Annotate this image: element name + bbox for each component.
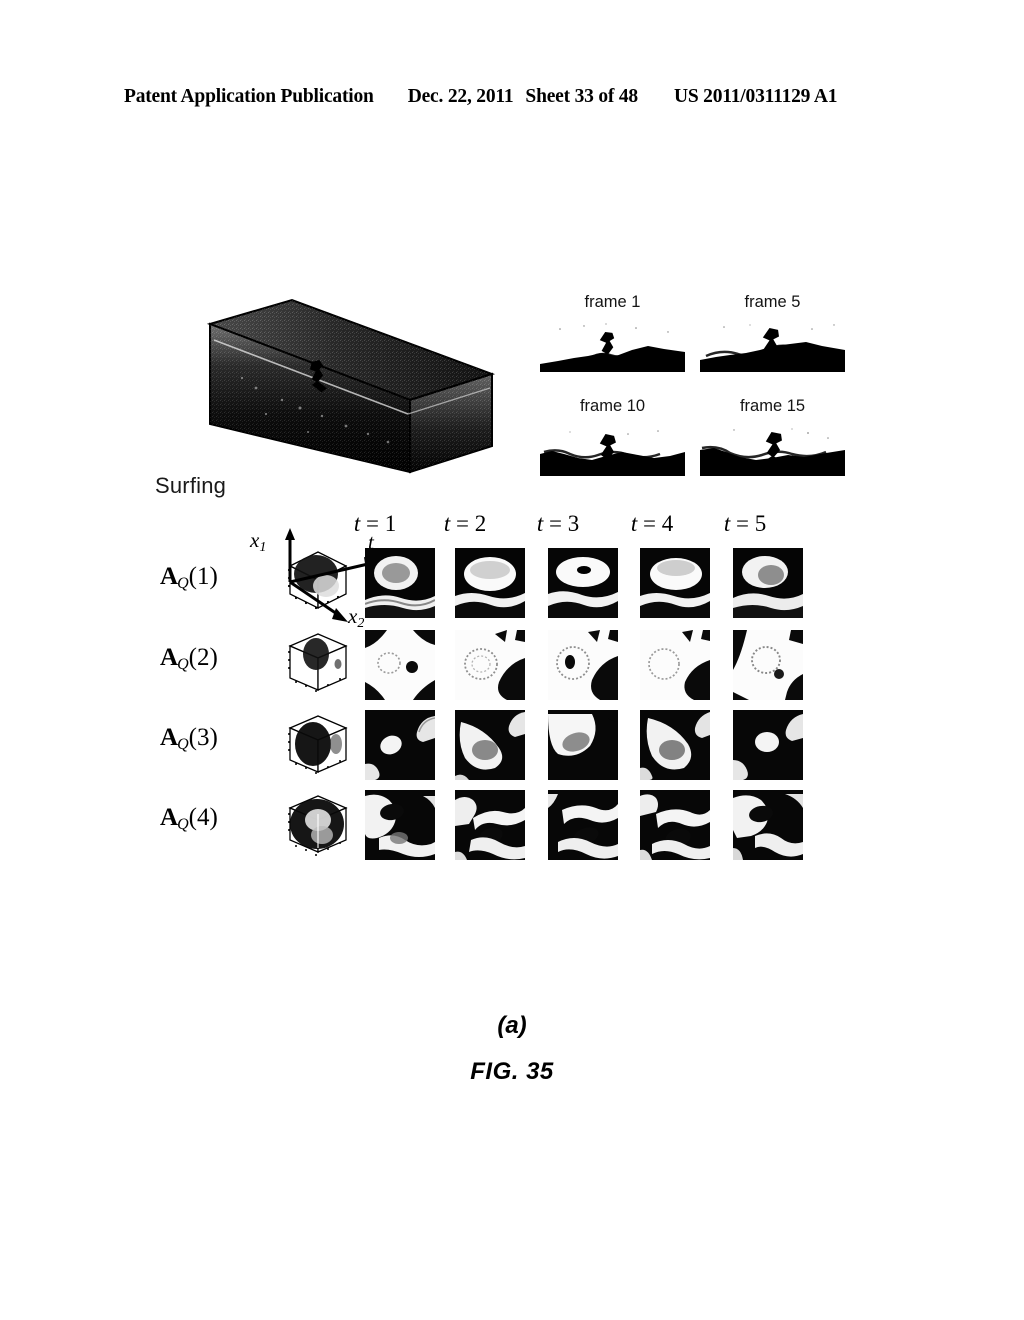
basis-image [640, 630, 710, 700]
col-num: 5 [754, 511, 767, 536]
basis-image [548, 710, 618, 780]
row-label-aq4: AQ(4) [160, 805, 268, 833]
frame-image [700, 320, 845, 372]
frame-item: frame 1 [540, 294, 685, 372]
axis-label-x1: x1 [250, 528, 266, 556]
col-num: 4 [661, 511, 674, 536]
frame-thumbnail-grid: frame 1 frame 5 frame 10 frame 15 [540, 294, 860, 480]
row-index: (1) [188, 563, 218, 590]
video-volume-label: Surfing [155, 473, 227, 498]
basis-image [365, 548, 435, 618]
col-num: 1 [384, 511, 397, 536]
axis-x1-var: x [250, 528, 260, 552]
frame-image [700, 424, 845, 476]
row-sub: Q [177, 736, 189, 754]
col-num: 3 [567, 511, 580, 536]
video-volume-illustration [196, 296, 496, 496]
cube-thumbnail-aq4 [280, 790, 354, 864]
frame-caption: frame 15 [739, 397, 806, 415]
basis-image [455, 710, 525, 780]
basis-image [640, 548, 710, 618]
column-header-t1: t = 1 [335, 512, 415, 535]
figure-caption: FIG. 35 [470, 1058, 554, 1085]
figure-35: Surfing frame 1 frame 5 frame 10 frame 1… [0, 0, 1024, 1320]
col-num: 2 [474, 511, 487, 536]
frame-item: frame 15 [700, 398, 845, 476]
row-sym: A [160, 804, 179, 831]
row-sym: A [160, 563, 179, 590]
basis-image [548, 548, 618, 618]
column-header-t5: t = 5 [705, 512, 785, 535]
basis-image [733, 630, 803, 700]
basis-image [548, 630, 618, 700]
axis-x2-sub: 2 [357, 616, 365, 632]
frame-item: frame 5 [700, 294, 845, 372]
col-eq: = [637, 511, 662, 536]
row-label-aq1: AQ(1) [160, 564, 268, 592]
row-index: (4) [188, 804, 218, 831]
cube-thumbnail-aq3 [280, 710, 354, 784]
basis-image [733, 548, 803, 618]
basis-image [640, 710, 710, 780]
row-sub: Q [177, 816, 189, 834]
basis-grid: t = 1 t = 2 t = 3 t = 4 t = 5 AQ(1) AQ(2… [150, 512, 850, 882]
col-eq: = [450, 511, 475, 536]
basis-image [640, 790, 710, 860]
col-eq: = [360, 511, 385, 536]
basis-image [365, 630, 435, 700]
row-label-aq2: AQ(2) [160, 645, 268, 673]
basis-image [455, 790, 525, 860]
column-header-t3: t = 3 [518, 512, 598, 535]
row-sub: Q [177, 656, 189, 674]
column-header-t4: t = 4 [612, 512, 692, 535]
frame-caption: frame 10 [579, 397, 646, 415]
row-sub: Q [177, 575, 189, 593]
frame-caption: frame 1 [584, 293, 641, 311]
row-sym: A [160, 724, 179, 751]
subfigure-caption: (a) [497, 1012, 527, 1039]
column-header-t2: t = 2 [425, 512, 505, 535]
basis-image [455, 548, 525, 618]
row-index: (2) [188, 644, 218, 671]
basis-image [365, 710, 435, 780]
axis-x1-sub: 1 [259, 540, 267, 556]
col-eq: = [543, 511, 568, 536]
row-index: (3) [188, 724, 218, 751]
row-label-aq3: AQ(3) [160, 725, 268, 753]
cube-thumbnail-aq1 [280, 544, 354, 618]
row-sym: A [160, 644, 179, 671]
basis-image [733, 790, 803, 860]
frame-image [540, 320, 685, 372]
frame-item: frame 10 [540, 398, 685, 476]
col-eq: = [730, 511, 755, 536]
basis-image [365, 790, 435, 860]
basis-image [548, 790, 618, 860]
frame-image [540, 424, 685, 476]
cube-thumbnail-aq2 [280, 628, 354, 702]
basis-image [733, 710, 803, 780]
basis-image [455, 630, 525, 700]
frame-caption: frame 5 [744, 293, 801, 311]
